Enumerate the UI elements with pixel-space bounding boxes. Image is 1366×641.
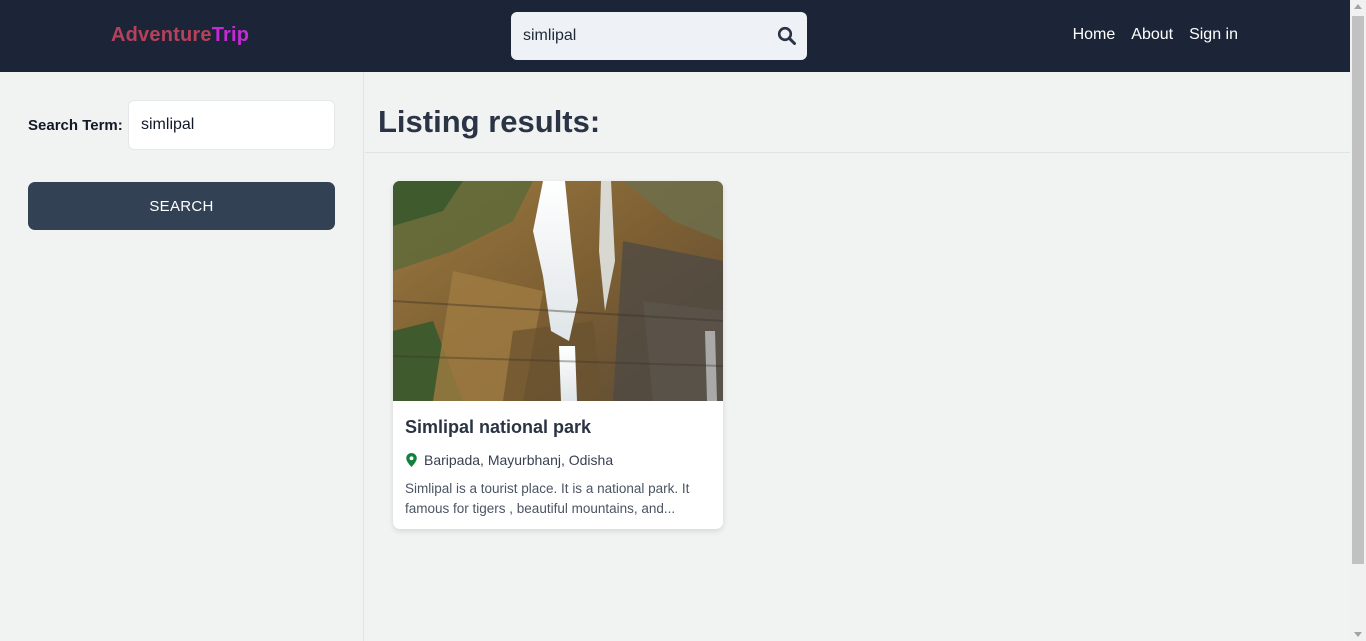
search-sidebar: Search Term: SEARCH: [0, 72, 364, 641]
divider: [365, 152, 1350, 153]
search-term-label: Search Term:: [28, 117, 123, 134]
header-search-box: [511, 12, 807, 60]
main-nav: Home About Sign in: [1073, 26, 1238, 44]
logo-trip: Trip: [211, 24, 250, 46]
logo-adventure: Adventure: [111, 24, 212, 46]
search-button[interactable]: SEARCH: [28, 182, 335, 230]
header-search-input[interactable]: [523, 24, 763, 48]
nav-about-link[interactable]: About: [1131, 26, 1173, 44]
nav-signin-link[interactable]: Sign in: [1189, 26, 1238, 44]
page-title: Listing results:: [378, 104, 601, 139]
nav-home-link[interactable]: Home: [1073, 26, 1116, 44]
site-logo[interactable]: AdventureTrip: [111, 24, 249, 47]
page-scrollbar[interactable]: [1350, 0, 1366, 641]
top-navbar: AdventureTrip Home About Sign in: [0, 0, 1350, 72]
scroll-down-arrow[interactable]: [1354, 632, 1362, 637]
search-icon[interactable]: [777, 26, 797, 46]
search-term-input[interactable]: [128, 100, 335, 150]
listing-title[interactable]: Simlipal national park: [405, 417, 591, 438]
listing-image: [393, 181, 723, 401]
listing-description: Simlipal is a tourist place. It is a nat…: [405, 481, 690, 516]
scroll-up-arrow[interactable]: [1354, 4, 1362, 9]
location-pin-icon: [406, 453, 417, 467]
listing-location: Baripada, Mayurbhanj, Odisha: [405, 452, 613, 468]
listing-card[interactable]: Simlipal national park Baripada, Mayurbh…: [393, 181, 723, 529]
results-panel: Listing results: Simlipal national park …: [365, 72, 1350, 641]
scrollbar-thumb[interactable]: [1352, 16, 1364, 564]
listing-location-text: Baripada, Mayurbhanj, Odisha: [424, 452, 614, 468]
